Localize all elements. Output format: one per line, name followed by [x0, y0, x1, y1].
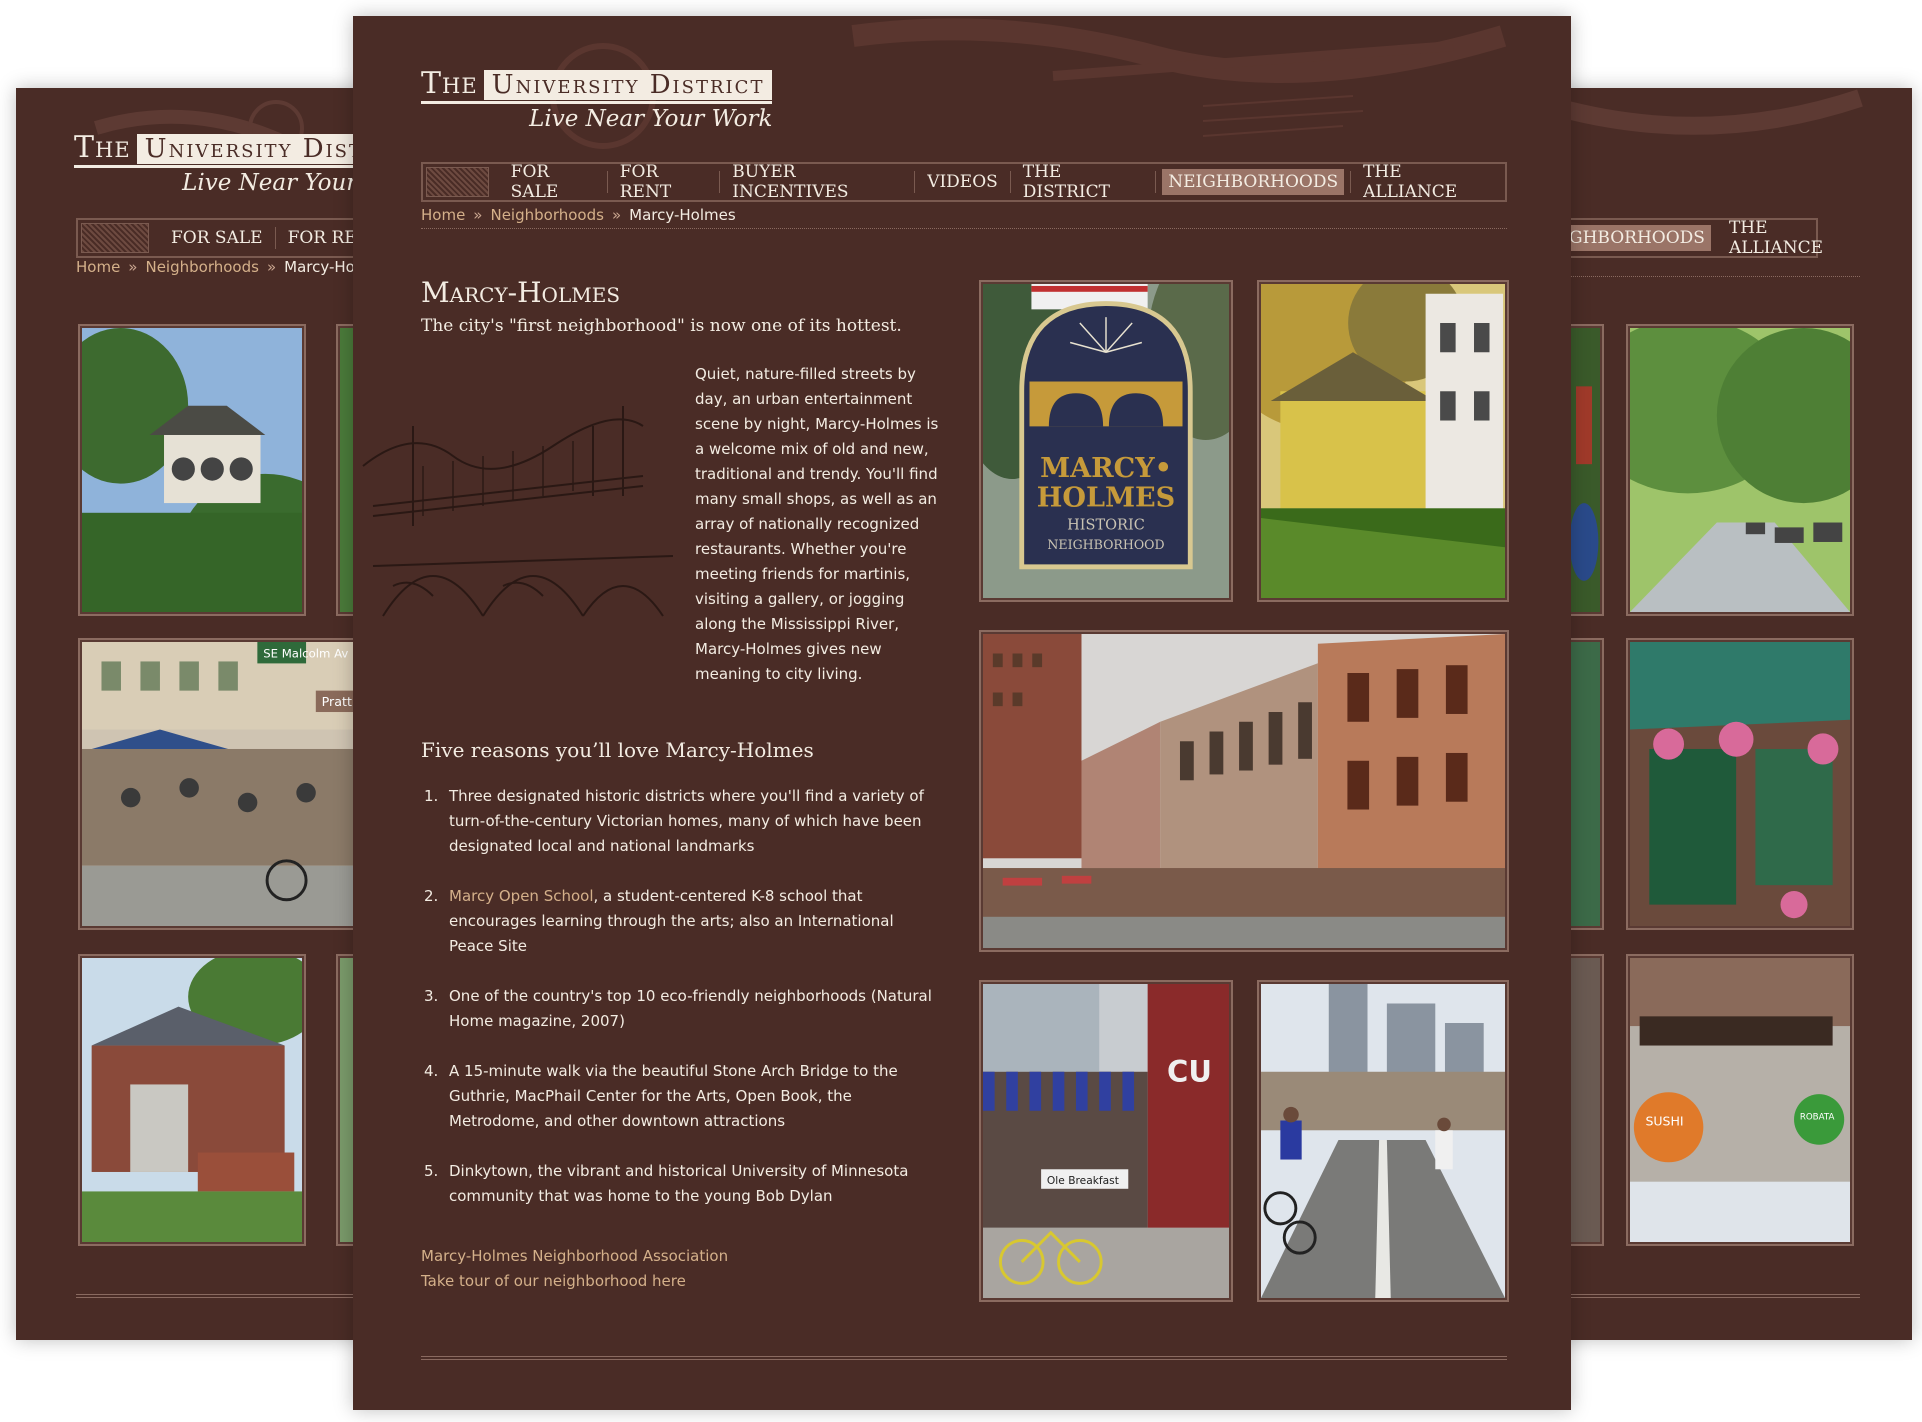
- nav-item-for-sale[interactable]: For Sale: [165, 225, 269, 251]
- photo-marcy-holmes-sign: MARCY• HOLMES HISTORIC NEIGHBORHOOD: [979, 280, 1233, 602]
- list-item: 3. One of the country's top 10 eco-frien…: [424, 987, 932, 1030]
- page-title: Marcy-Holmes: [421, 276, 621, 309]
- breadcrumb-neighborhoods[interactable]: Neighborhoods: [145, 258, 258, 276]
- nav-hatch: [81, 223, 149, 253]
- nav-item-buyer-incentives[interactable]: Buyer Incentives: [726, 159, 908, 205]
- reasons-list: 1. Three designated historic districts w…: [421, 784, 961, 1234]
- nav-item-the-alliance[interactable]: The Alliance: [1723, 215, 1829, 261]
- photo-brick-house: [78, 954, 306, 1246]
- photo-victorian-house: [1257, 280, 1509, 602]
- list-item: 4. A 15-minute walk via the beautiful St…: [424, 1062, 898, 1130]
- breadcrumb: Home» Neighborhoods» Marcy-Holmes: [76, 258, 391, 276]
- svg-text:SE Malcolm Av: SE Malcolm Av: [263, 647, 348, 661]
- photo-sushi-window: SUSHI ROBATA: [1626, 954, 1854, 1246]
- photo-historic-storefronts: [979, 630, 1509, 952]
- marcy-open-school-link[interactable]: Marcy Open School: [449, 887, 594, 905]
- photo-green-storefront: [1626, 638, 1854, 930]
- main-page: The University District Live Near Your Wo…: [353, 16, 1571, 1410]
- bridge-sketch-illustration: [362, 406, 674, 617]
- photo-breakfast-cafe: CU Ole Breakfast: [979, 980, 1233, 1302]
- list-item: 1. Three designated historic districts w…: [424, 787, 924, 855]
- reasons-heading: Five reasons you’ll love Marcy-Holmes: [421, 738, 814, 762]
- breadcrumb-current: Marcy-Holmes: [629, 206, 736, 224]
- footer-rule: [421, 1356, 1507, 1360]
- svg-text:SUSHI: SUSHI: [1645, 1113, 1683, 1128]
- footer-links: Marcy-Holmes Neighborhood Association Ta…: [421, 1244, 728, 1294]
- nav-item-videos[interactable]: Videos: [921, 169, 1004, 195]
- nav-item-for-sale[interactable]: For Sale: [505, 159, 601, 205]
- footer-rule: [1560, 1294, 1860, 1298]
- svg-text:NEIGHBORHOOD: NEIGHBORHOOD: [1047, 537, 1164, 552]
- svg-text:HISTORIC: HISTORIC: [1067, 517, 1145, 534]
- page-subtitle: The city's "first neighborhood" is now o…: [421, 316, 902, 336]
- breadcrumb-neighborhoods[interactable]: Neighborhoods: [490, 206, 603, 224]
- svg-text:ROBATA: ROBATA: [1800, 1112, 1835, 1122]
- svg-text:HOLMES: HOLMES: [1037, 481, 1176, 513]
- svg-text:Pratt: Pratt: [322, 694, 352, 709]
- nav-hatch: [426, 167, 489, 197]
- svg-text:CU: CU: [1167, 1054, 1212, 1088]
- main-nav: For Sale For Rent Buyer Incentives Video…: [421, 162, 1507, 202]
- nav-item-neighborhoods[interactable]: Neighborhoods: [1162, 169, 1345, 195]
- list-item: 2. Marcy Open School, a student-centered…: [424, 887, 894, 955]
- site-logo[interactable]: The University District Live Near Your Wo…: [421, 66, 773, 132]
- nav-item-the-alliance[interactable]: The Alliance: [1357, 159, 1496, 205]
- association-link[interactable]: Marcy-Holmes Neighborhood Association: [421, 1244, 728, 1269]
- photo-stone-arch-bridge: [1257, 980, 1509, 1302]
- svg-text:MARCY•: MARCY•: [1040, 452, 1172, 484]
- breadcrumb-home[interactable]: Home: [76, 258, 120, 276]
- intro-paragraph: Quiet, nature-filled streets by day, an …: [695, 365, 939, 683]
- photo-street-market: SE Malcolm Av Pratt: [78, 638, 388, 930]
- tour-link[interactable]: Take tour of our neighborhood here: [421, 1269, 728, 1294]
- svg-text:Ole Breakfast: Ole Breakfast: [1047, 1174, 1119, 1187]
- nav-item-the-district[interactable]: The District: [1017, 159, 1150, 205]
- photo-gazebo-tower: [78, 324, 306, 616]
- nav-item-for-rent[interactable]: For Rent: [614, 159, 714, 205]
- breadcrumb-home[interactable]: Home: [421, 206, 465, 224]
- photo-tree-street: [1626, 324, 1854, 616]
- breadcrumb: Home» Neighborhoods» Marcy-Holmes: [421, 206, 736, 224]
- list-item: 5. Dinkytown, the vibrant and historical…: [424, 1162, 909, 1205]
